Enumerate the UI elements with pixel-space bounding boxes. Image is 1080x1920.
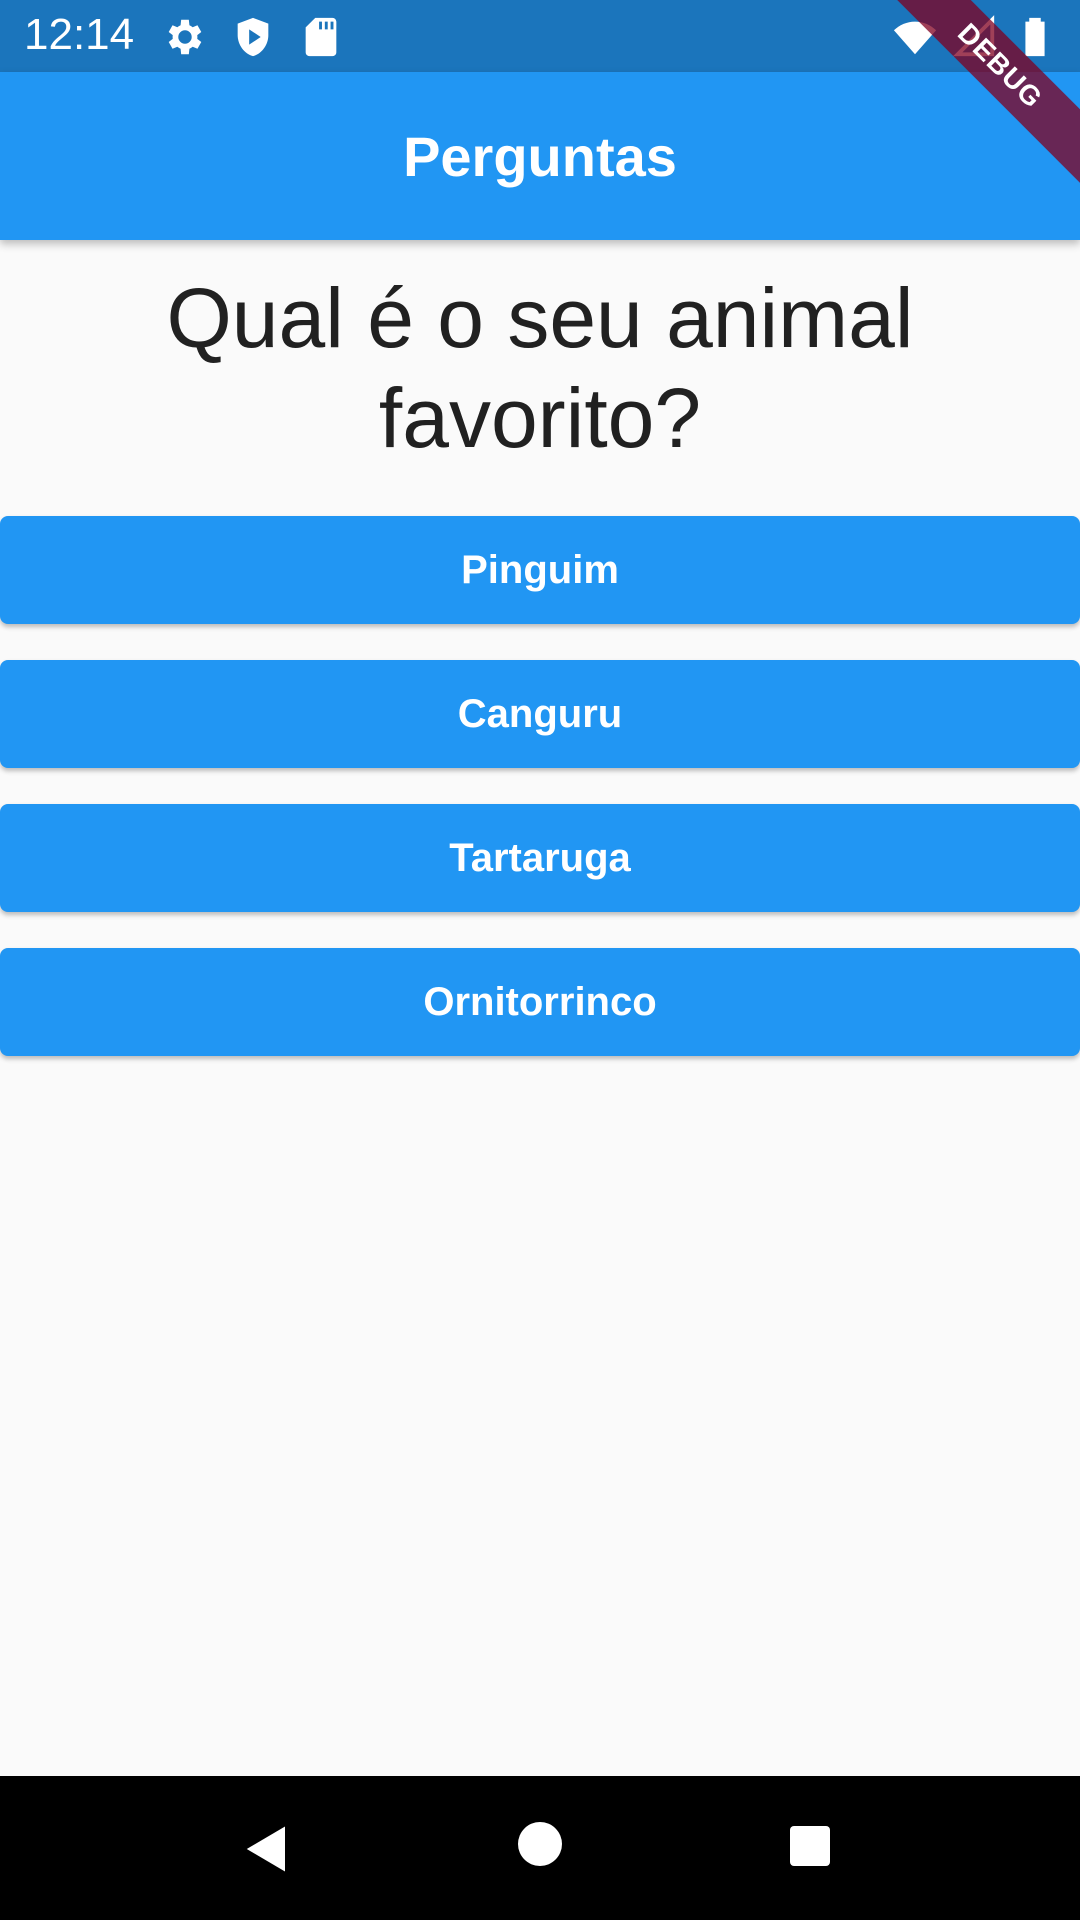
recents-icon[interactable] [786,1822,834,1870]
navigation-bar [0,1776,1080,1920]
home-icon[interactable] [516,1820,564,1868]
back-icon[interactable] [240,1822,294,1876]
answer-button-ornitorrinco[interactable]: Ornitorrinco [0,948,1080,1056]
answer-button-pinguim[interactable]: Pinguim [0,516,1080,624]
answer-button-canguru[interactable]: Canguru [0,660,1080,768]
status-left-icons [162,14,344,60]
shield-play-icon [237,17,269,57]
gear-icon [168,19,202,55]
sd-card-icon [305,17,337,57]
question-text: Qual é o seu animal favorito? [166,271,914,465]
answer-button-tartaruga[interactable]: Tartaruga [0,804,1080,912]
status-time: 12:14 [24,10,135,59]
page-title: Perguntas [403,124,677,188]
app-bar: Perguntas [0,72,1080,240]
answer-list: Pinguim Canguru Tartaruga Ornitorrinco [0,516,1080,1092]
